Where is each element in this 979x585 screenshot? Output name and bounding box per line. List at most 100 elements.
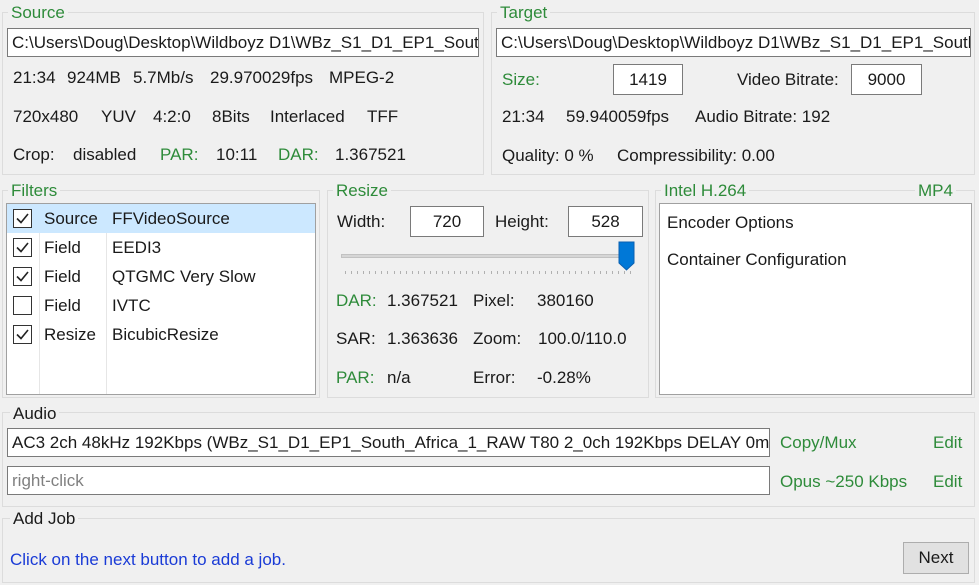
source-size: 924MB (67, 68, 121, 87)
slider-tick (381, 271, 383, 274)
source-par-label[interactable]: PAR: (160, 145, 198, 165)
slider-tick (435, 271, 437, 274)
audio-track1-field[interactable]: AC3 2ch 48kHz 192Kbps (WBz_S1_D1_EP1_Sou… (7, 428, 770, 457)
slider-tick (545, 271, 547, 274)
video-bitrate-label: Video Bitrate: (737, 70, 839, 89)
slider-tick (581, 271, 583, 274)
slider-tick (623, 271, 625, 274)
slider-tick (393, 271, 395, 274)
compressibility-info: Compressibility: 0.00 (617, 146, 775, 165)
sar-value: 1.363636 (387, 329, 458, 348)
filter-category: Field (44, 267, 81, 286)
quality-info: Quality: 0 % (502, 146, 594, 165)
resize-slider-track[interactable] (341, 254, 631, 258)
slider-tick (399, 271, 401, 274)
slider-tick (587, 271, 589, 274)
slider-tick (605, 271, 607, 274)
encoder-options-link[interactable]: Encoder Options (667, 213, 794, 233)
slider-tick (617, 271, 619, 274)
slider-tick (557, 271, 559, 274)
source-scan: Interlaced (270, 107, 345, 126)
source-dar-label[interactable]: DAR: (278, 145, 319, 165)
zoom-value: 100.0/110.0 (538, 329, 627, 348)
slider-tick (423, 271, 425, 274)
resize-dar-label[interactable]: DAR: (336, 291, 377, 311)
slider-tick (593, 271, 595, 274)
slider-tick (375, 271, 377, 274)
filter-category: Source (44, 209, 98, 228)
checkbox-checked[interactable] (13, 267, 32, 286)
slider-tick (357, 271, 359, 274)
source-chroma: 4:2:0 (153, 107, 191, 126)
slider-tick (514, 271, 516, 274)
height-input[interactable]: 528 (568, 206, 643, 237)
audio-bitrate-info: Audio Bitrate: 192 (695, 107, 831, 126)
source-colorspace: YUV (101, 107, 136, 126)
source-par-value: 10:11 (216, 145, 258, 164)
slider-tick (466, 271, 468, 274)
slider-tick (551, 271, 553, 274)
audio-track1-profile[interactable]: Copy/Mux (780, 433, 857, 453)
resize-par-value: n/a (387, 368, 411, 387)
audio-track2-edit[interactable]: Edit (933, 472, 962, 492)
filter-name: FFVideoSource (112, 209, 230, 228)
slider-tick (575, 271, 577, 274)
slider-tick (411, 271, 413, 274)
filter-row[interactable]: Field EEDI3 (7, 233, 315, 262)
height-label: Height: (495, 212, 549, 231)
target-size-input[interactable]: 1419 (613, 64, 683, 95)
slider-tick (526, 271, 528, 274)
filter-row[interactable]: Field QTGMC Very Slow (7, 262, 315, 291)
filter-row[interactable]: Source FFVideoSource (7, 204, 315, 233)
source-resolution: 720x480 (13, 107, 79, 126)
encoder-title[interactable]: Intel H.264 (661, 181, 750, 201)
container-format[interactable]: MP4 (915, 181, 956, 201)
audio-title: Audio (10, 404, 60, 424)
slider-tick (532, 271, 534, 274)
target-size-label[interactable]: Size: (502, 70, 540, 90)
slider-tick (345, 271, 346, 274)
error-value: -0.28% (537, 368, 591, 387)
checkbox-checked[interactable] (13, 209, 32, 228)
slider-tick (478, 271, 480, 274)
slider-tick (569, 271, 571, 274)
target-title: Target (497, 3, 551, 23)
checkbox-unchecked[interactable] (13, 296, 32, 315)
slider-tick (484, 271, 486, 274)
slider-tick (508, 271, 510, 274)
container-configuration-link[interactable]: Container Configuration (667, 250, 847, 270)
source-duration: 21:34 (13, 68, 56, 87)
slider-tick (454, 271, 456, 274)
next-button[interactable]: Next (903, 542, 969, 574)
audio-track1-edit[interactable]: Edit (933, 433, 962, 453)
target-path-field[interactable]: C:\Users\Doug\Desktop\Wildboyz D1\WBz_S1… (496, 28, 971, 57)
slider-tick (472, 271, 474, 274)
addjob-hint: Click on the next button to add a job. (10, 550, 286, 569)
addjob-title: Add Job (10, 509, 79, 529)
checkbox-checked[interactable] (13, 238, 32, 257)
encoder-options-panel: Encoder Options Container Configuration (659, 203, 972, 395)
slider-tick (369, 271, 371, 274)
slider-tick (520, 271, 522, 274)
slider-tick (417, 271, 419, 274)
audio-track2-field[interactable]: right-click (7, 466, 770, 495)
audio-track2-profile[interactable]: Opus ~250 Kbps (780, 472, 907, 492)
resize-par-label[interactable]: PAR: (336, 368, 374, 388)
checkbox-checked[interactable] (13, 325, 32, 344)
source-bits: 8Bits (212, 107, 250, 126)
source-dar-value: 1.367521 (335, 145, 406, 164)
crop-value[interactable]: disabled (73, 145, 136, 165)
video-bitrate-input[interactable]: 9000 (851, 64, 922, 95)
source-bitrate: 5.7Mb/s (133, 68, 194, 87)
filters-list[interactable]: Source FFVideoSource Field EEDI3 Field QTGMC … (6, 203, 316, 395)
slider-tick (630, 271, 631, 274)
source-path-field[interactable]: C:\Users\Doug\Desktop\Wildboyz D1\WBz_S1… (7, 28, 479, 57)
filter-row[interactable]: Field IVTC (7, 291, 315, 320)
resize-slider-thumb[interactable] (618, 241, 635, 271)
filters-title: Filters (8, 181, 61, 201)
filter-row[interactable]: Resize BicubicResize (7, 320, 315, 349)
slider-tick (387, 271, 389, 274)
resize-slider-ticks (345, 271, 631, 274)
source-title: Source (8, 3, 68, 23)
width-input[interactable]: 720 (410, 206, 484, 237)
